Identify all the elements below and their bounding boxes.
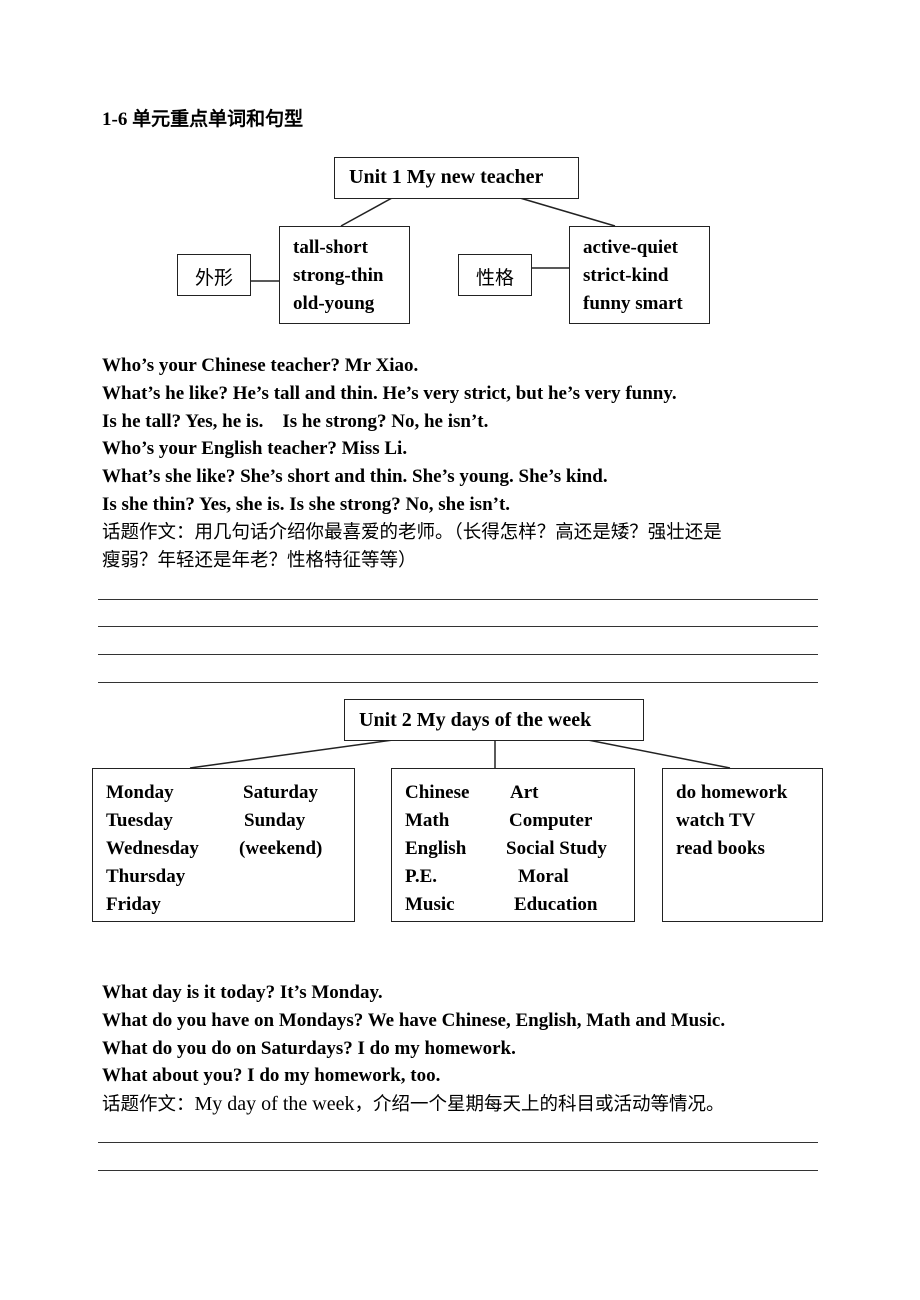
personality-words-box: active-quiet strict-kind funny smart <box>569 226 710 324</box>
appearance-word: old-young <box>293 293 375 314</box>
weekend-note: (weekend) <box>239 838 323 859</box>
sentence: Who’s your English teacher? Miss Li. <box>102 438 408 460</box>
subjects-box: Chinese Math English P.E. Music Art Comp… <box>391 768 635 922</box>
subject: Math <box>405 810 450 831</box>
sentence: What’s she like? She’s short and thin. S… <box>102 466 608 488</box>
connector-unit2-to-activities <box>587 739 731 769</box>
appearance-word: tall-short <box>293 237 368 258</box>
connector-unit2-to-days <box>189 739 394 769</box>
subject: P.E. <box>405 866 438 887</box>
personality-word-list: active-quiet strict-kind funny smart <box>583 234 683 318</box>
activities-box: do homework watch TV read books <box>662 768 823 922</box>
weekday-list: Monday Tuesday Wednesday Thursday Friday <box>106 779 199 919</box>
document-title-text: 1-6 单元重点单词和句型 <box>102 109 304 130</box>
sentence: Is she thin? Yes, she is. Is she strong?… <box>102 493 511 515</box>
subject: Social Study <box>506 838 607 859</box>
weekend-day: Sunday <box>244 810 306 831</box>
sentence: What do you do on Saturdays? I do my hom… <box>102 1037 516 1059</box>
appearance-word: strong-thin <box>293 265 384 286</box>
weekday: Wednesday <box>106 838 199 859</box>
activities-list: do homework watch TV read books <box>676 779 787 863</box>
activity: read books <box>676 838 765 859</box>
subject: Chinese <box>405 782 470 803</box>
days-box: Monday Tuesday Wednesday Thursday Friday… <box>92 768 355 922</box>
composition-prompt-prefix: 话题作文： <box>102 1094 195 1116</box>
weekday: Monday <box>106 782 174 803</box>
personality-word: funny smart <box>583 293 683 314</box>
unit1-title-box: Unit 1 My new teacher <box>334 157 579 199</box>
activity: do homework <box>676 782 788 803</box>
answer-line[interactable] <box>98 599 818 600</box>
weekday: Friday <box>106 894 161 915</box>
weekend-day: Saturday <box>243 782 318 803</box>
subjects-list-1: Chinese Math English P.E. Music <box>405 779 469 919</box>
personality-label-box: 性格 <box>458 254 532 296</box>
answer-line[interactable] <box>98 1142 818 1143</box>
personality-label: 性格 <box>475 267 514 289</box>
composition-prompt: 话题作文：My day of the week，介绍一个星期每天上的科目或活动等… <box>102 1090 725 1118</box>
subject: English <box>405 838 467 859</box>
composition-prompt-english: My day of the week <box>194 1093 355 1116</box>
unit2-sentences: What day is it today? It’s Monday. What … <box>102 979 725 1118</box>
subject: Moral <box>518 866 569 887</box>
unit2-title-box: Unit 2 My days of the week <box>344 699 644 741</box>
answer-line[interactable] <box>98 626 818 627</box>
unit1-sentences: Who’s your Chinese teacher? Mr Xiao. Wha… <box>102 352 722 574</box>
sentence: What’s he like? He’s tall and thin. He’s… <box>102 382 677 404</box>
subject: Music <box>405 894 455 915</box>
sentence: Is he tall? Yes, he is. Is he strong? No… <box>102 410 489 432</box>
composition-prompt-suffix: ，介绍一个星期每天上的科目或活动等情况。 <box>354 1094 725 1116</box>
sentence: What do you have on Mondays? We have Chi… <box>102 1009 726 1031</box>
sentence: What about you? I do my homework, too. <box>102 1065 441 1087</box>
unit2-title: Unit 2 My days of the week <box>359 709 592 731</box>
connector-unit1-to-appearance <box>340 197 393 227</box>
subject: Computer <box>509 810 593 831</box>
answer-line[interactable] <box>98 682 818 683</box>
weekday: Tuesday <box>106 810 173 831</box>
sentence: Who’s your Chinese teacher? Mr Xiao. <box>102 355 419 376</box>
document-title: 1-6 单元重点单词和句型 <box>102 104 303 131</box>
connector-unit1-to-personality <box>519 197 616 227</box>
weekend-list: Saturday Sunday (weekend) <box>239 779 322 863</box>
appearance-label-box: 外形 <box>177 254 251 296</box>
answer-line[interactable] <box>98 654 818 655</box>
unit1-title: Unit 1 My new teacher <box>349 166 544 188</box>
appearance-words-box: tall-short strong-thin old-young <box>279 226 410 324</box>
subjects-list-2: Art Computer Social Study Moral Educatio… <box>506 779 607 919</box>
composition-prompt-line1: 话题作文：用几句话介绍你最喜爱的老师。（长得怎样？高还是矮？强壮还是 <box>102 521 722 543</box>
subject: Art <box>510 782 539 803</box>
personality-word: strict-kind <box>583 265 669 286</box>
weekday: Thursday <box>106 866 186 887</box>
activity: watch TV <box>676 810 756 831</box>
sentence: What day is it today? It’s Monday. <box>102 982 383 1003</box>
appearance-label: 外形 <box>194 267 233 289</box>
appearance-word-list: tall-short strong-thin old-young <box>293 234 383 318</box>
composition-prompt-line2: 瘦弱？年轻还是年老？性格特征等等） <box>102 549 417 571</box>
answer-line[interactable] <box>98 1170 818 1171</box>
subject: Education <box>514 894 598 915</box>
personality-word: active-quiet <box>583 237 678 258</box>
